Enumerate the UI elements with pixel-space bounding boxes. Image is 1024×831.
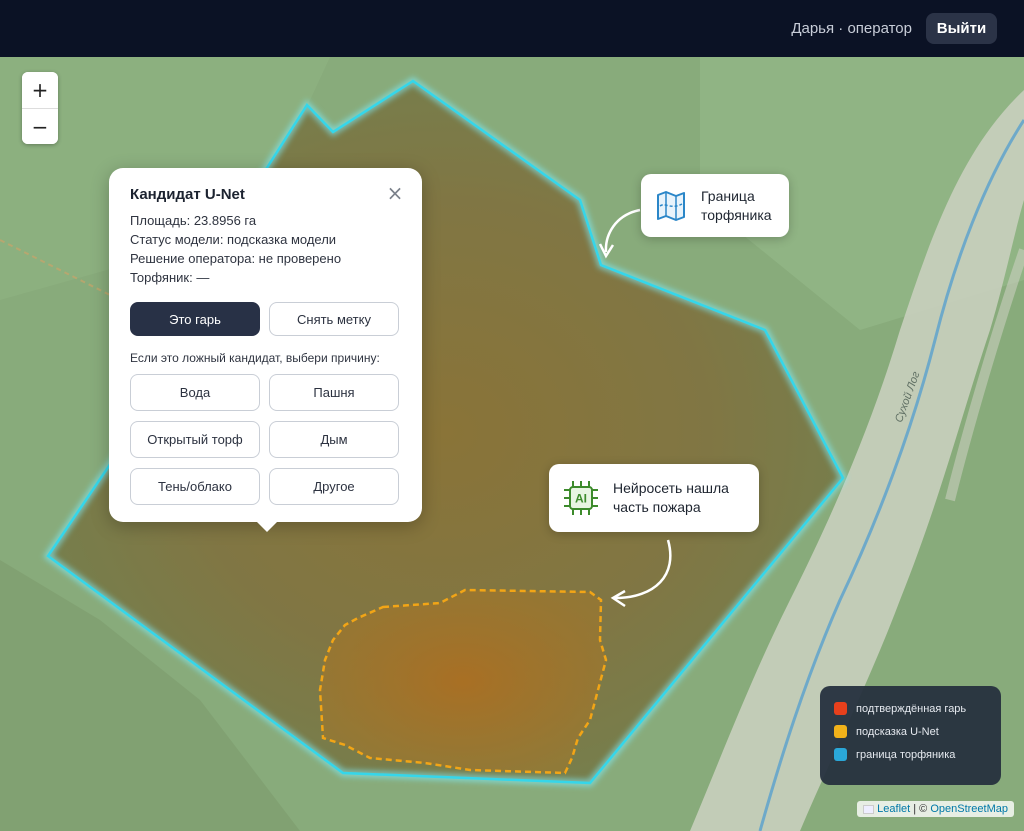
zoom-in-button[interactable]: +: [22, 72, 58, 108]
osm-link[interactable]: OpenStreetMap: [930, 803, 1008, 815]
logout-button[interactable]: Выйти: [926, 13, 997, 44]
ai-callout: AI Нейросеть нашла часть пожара: [549, 464, 759, 532]
candidate-popup: Кандидат U-Net × Площадь: 23.8956 га Ста…: [109, 168, 422, 532]
confirm-burn-button[interactable]: Это гарь: [130, 302, 260, 336]
reason-buttons: Вода Пашня Открытый торф Дым Тень/облако…: [130, 374, 401, 505]
legend-label: подсказка U-Net: [856, 725, 939, 738]
map-boundary-icon: [657, 190, 685, 221]
ai-callout-line1: Нейросеть нашла: [613, 480, 729, 496]
map-legend: подтверждённая гарь подсказка U-Net гран…: [820, 686, 1001, 785]
user-label: Дарья · оператор: [791, 20, 912, 37]
legend-swatch-unet: [834, 725, 847, 738]
reason-other-button[interactable]: Другое: [269, 468, 399, 505]
operator-decision-line: Решение оператора: не проверено: [130, 251, 342, 266]
reason-open-peat-button[interactable]: Открытый торф: [130, 421, 260, 458]
boundary-callout-line1: Граница: [701, 187, 755, 204]
legend-item: подсказка U-Net: [834, 725, 987, 738]
zoom-control: + −: [22, 72, 58, 144]
popup-title: Кандидат U-Net: [130, 186, 245, 203]
reason-farmland-button[interactable]: Пашня: [269, 374, 399, 411]
legend-item: граница торфяника: [834, 748, 987, 761]
model-status-line: Статус модели: подсказка модели: [130, 232, 337, 247]
legend-swatch-boundary: [834, 748, 847, 761]
ai-chip-text: AI: [575, 492, 587, 506]
reason-water-button[interactable]: Вода: [130, 374, 260, 411]
area-line: Площадь: 23.8956 га: [130, 213, 257, 228]
map-attribution: Leaflet | © OpenStreetMap: [857, 801, 1014, 817]
reason-prompt: Если это ложный кандидат, выбери причину…: [130, 351, 380, 365]
close-icon[interactable]: ×: [384, 182, 406, 204]
attribution-separator: | ©: [913, 803, 928, 815]
ai-callout-line2: часть пожара: [613, 499, 701, 515]
flag-icon: [863, 804, 875, 814]
legend-label: граница торфяника: [856, 748, 956, 761]
legend-swatch-confirmed: [834, 702, 847, 715]
remove-label-button[interactable]: Снять метку: [269, 302, 399, 336]
ai-chip-icon: AI: [564, 481, 598, 515]
legend-item: подтверждённая гарь: [834, 702, 987, 715]
top-bar: Дарья · оператор Выйти: [0, 0, 1024, 57]
reason-smoke-button[interactable]: Дым: [269, 421, 399, 458]
legend-label: подтверждённая гарь: [856, 702, 967, 715]
unet-candidate[interactable]: [318, 588, 608, 775]
boundary-callout-line2: торфяника: [701, 206, 772, 223]
peatland-line: Торфяник: —: [130, 270, 210, 285]
zoom-out-button[interactable]: −: [22, 108, 58, 144]
boundary-callout: Граница торфяника: [641, 174, 789, 237]
reason-shadow-cloud-button[interactable]: Тень/облако: [130, 468, 260, 505]
decision-buttons: Это гарь Снять метку: [130, 302, 401, 336]
leaflet-link[interactable]: Leaflet: [877, 803, 910, 815]
